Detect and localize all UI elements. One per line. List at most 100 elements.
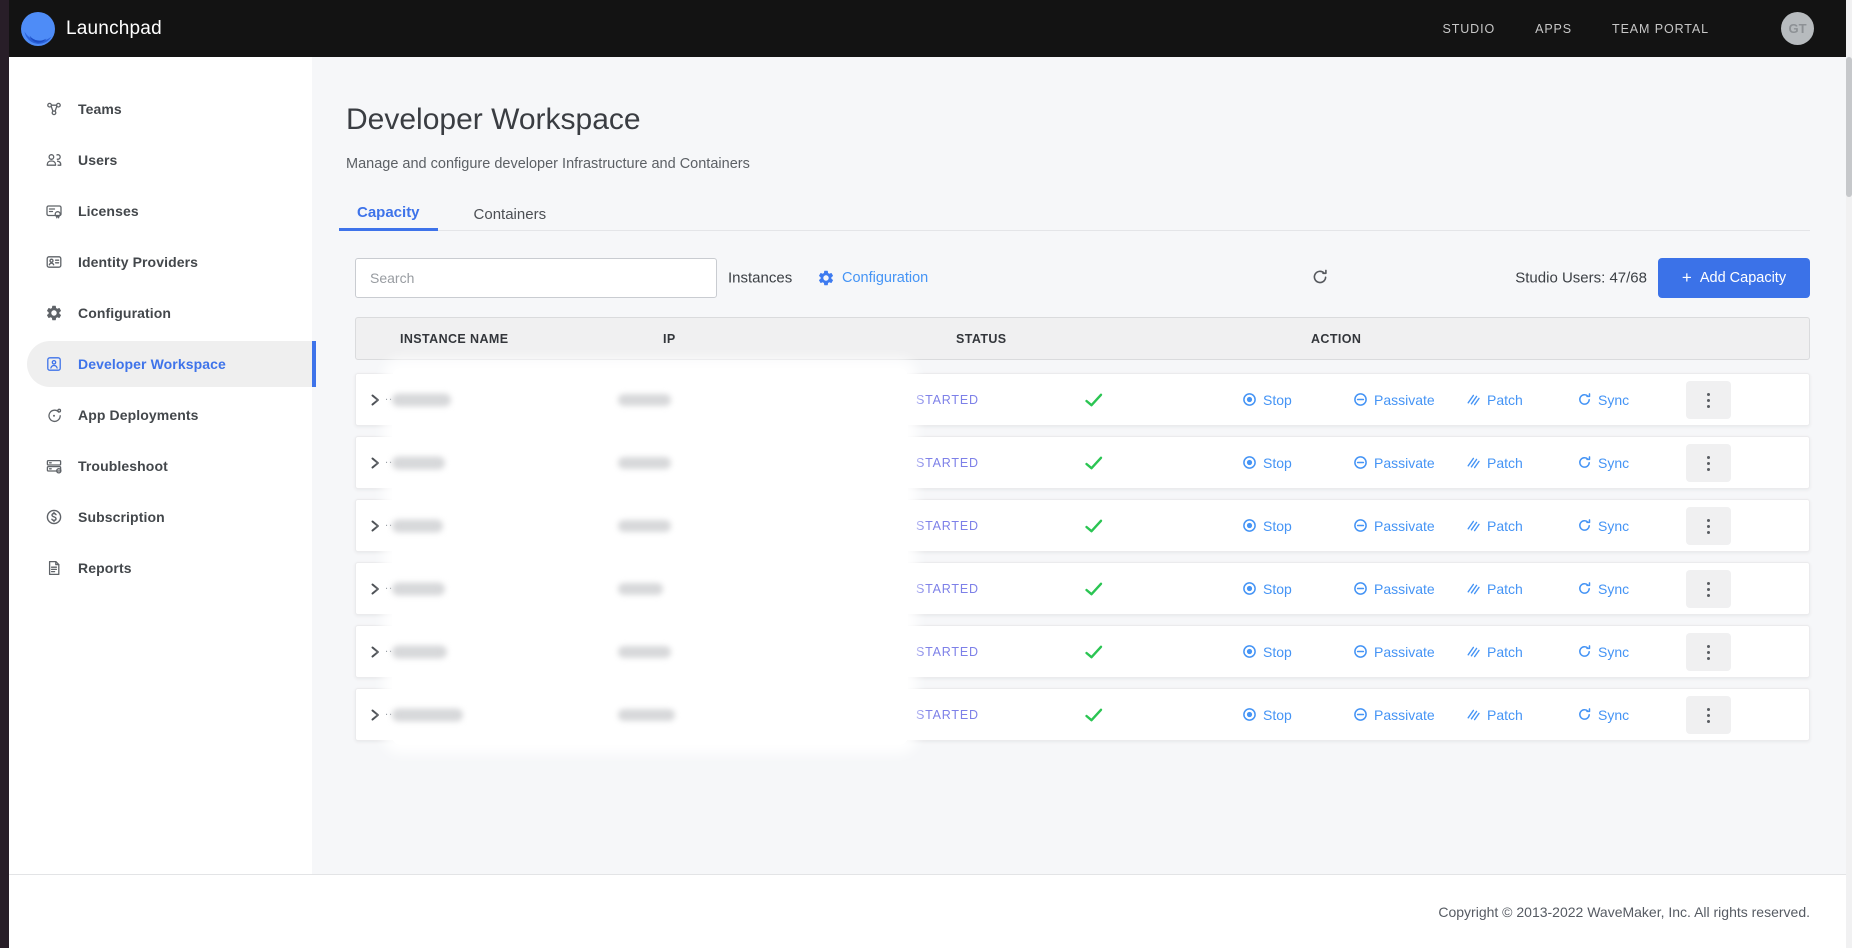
passivate-action-link[interactable]: Passivate [1353,581,1435,597]
row-menu-kebab-button[interactable] [1686,696,1731,734]
sidebar-item-reports[interactable]: Reports [27,545,312,591]
tab-capacity[interactable]: Capacity [339,197,438,231]
status-ok-check-icon [1084,581,1104,597]
passivate-icon [1353,518,1368,533]
patch-action-link[interactable]: Patch [1466,392,1523,408]
sidebar-item-label: Teams [78,101,122,117]
stop-action-link[interactable]: Stop [1242,518,1292,534]
action-label: Stop [1263,392,1292,408]
sidebar-item-configuration[interactable]: Configuration [27,290,312,336]
table-row: ..STARTEDStopPassivatePatchSync [355,562,1810,615]
sidebar-item-teams[interactable]: Teams [27,86,312,132]
sidebar-item-label: Users [78,152,117,168]
sidebar-item-users[interactable]: Users [27,137,312,183]
row-expand-chevron[interactable] [369,645,381,659]
action-label: Passivate [1374,518,1435,534]
redacted-instance-name [392,393,451,406]
stop-action-link[interactable]: Stop [1242,581,1292,597]
passivate-action-link[interactable]: Passivate [1353,392,1435,408]
status-text: STARTED [916,708,979,722]
refresh-icon [1311,268,1329,289]
sync-action-link[interactable]: Sync [1577,392,1629,408]
stop-action-link[interactable]: Stop [1242,455,1292,471]
patch-action-link[interactable]: Patch [1466,581,1523,597]
sidebar-item-troubleshoot[interactable]: Troubleshoot [27,443,312,489]
table-row: ..STARTEDStopPassivatePatchSync [355,436,1810,489]
stop-action-link[interactable]: Stop [1242,707,1292,723]
nav-studio[interactable]: STUDIO [1442,22,1495,36]
passivate-action-link[interactable]: Passivate [1353,518,1435,534]
row-menu-kebab-button[interactable] [1686,633,1731,671]
gear-icon [817,269,835,287]
nav-team-portal[interactable]: TEAM PORTAL [1612,22,1709,36]
sidebar-item-subscription[interactable]: Subscription [27,494,312,540]
column-header-action: ACTION [1311,332,1361,346]
add-capacity-button[interactable]: + Add Capacity [1658,258,1810,298]
table-row: ..STARTEDStopPassivatePatchSync [355,625,1810,678]
patch-action-link[interactable]: Patch [1466,455,1523,471]
sidebar-item-developer-workspace[interactable]: Developer Workspace [27,341,312,387]
stop-action-link[interactable]: Stop [1242,392,1292,408]
patch-action-link[interactable]: Patch [1466,644,1523,660]
plus-icon: + [1682,268,1692,288]
refresh-button[interactable] [1303,261,1337,295]
row-expand-chevron[interactable] [369,708,381,722]
row-menu-kebab-button[interactable] [1686,507,1731,545]
passivate-action-link[interactable]: Passivate [1353,455,1435,471]
action-label: Passivate [1374,581,1435,597]
sync-action-link[interactable]: Sync [1577,644,1629,660]
sync-action-link[interactable]: Sync [1577,455,1629,471]
sidebar-item-label: Troubleshoot [78,458,168,474]
status-text: STARTED [916,519,979,533]
sidebar-item-licenses[interactable]: Licenses [27,188,312,234]
sidebar-item-identity-providers[interactable]: Identity Providers [27,239,312,285]
action-label: Passivate [1374,707,1435,723]
row-menu-kebab-button[interactable] [1686,381,1731,419]
sidebar-item-app-deployments[interactable]: App Deployments [27,392,312,438]
sidebar-item-label: App Deployments [78,407,199,423]
top-navigation: STUDIO APPS TEAM PORTAL GT [1442,12,1852,45]
troubleshoot-icon [45,457,63,475]
redacted-instance-name [392,582,445,595]
column-header-instance-name: INSTANCE NAME [400,332,508,346]
status-text: STARTED [916,645,979,659]
search-input[interactable] [355,258,717,298]
redacted-ip [618,457,671,469]
scrollbar-thumb[interactable] [1846,57,1852,197]
passivate-icon [1353,455,1368,470]
sync-action-link[interactable]: Sync [1577,707,1629,723]
stop-action-link[interactable]: Stop [1242,644,1292,660]
brand: Launchpad [21,12,162,46]
sync-icon [1577,707,1592,722]
row-expand-chevron[interactable] [369,582,381,596]
instances-label: Instances [728,270,792,287]
configuration-link[interactable]: Configuration [817,269,928,287]
row-expand-chevron[interactable] [369,393,381,407]
passivate-action-link[interactable]: Passivate [1353,644,1435,660]
patch-action-link[interactable]: Patch [1466,518,1523,534]
passivate-action-link[interactable]: Passivate [1353,707,1435,723]
action-label: Sync [1598,644,1629,660]
footer: Copyright © 2013-2022 WaveMaker, Inc. Al… [0,874,1852,948]
row-menu-kebab-button[interactable] [1686,570,1731,608]
sync-action-link[interactable]: Sync [1577,518,1629,534]
row-expand-chevron[interactable] [369,519,381,533]
sync-action-link[interactable]: Sync [1577,581,1629,597]
instances-table: INSTANCE NAME IP STATUS ACTION ..STARTED… [355,317,1810,751]
status-text: STARTED [916,393,979,407]
tab-containers[interactable]: Containers [456,197,565,231]
row-expand-chevron[interactable] [369,456,381,470]
nav-apps[interactable]: APPS [1535,22,1572,36]
action-label: Sync [1598,518,1629,534]
page-scrollbar[interactable] [1846,0,1852,948]
user-avatar[interactable]: GT [1781,12,1814,45]
status-ok-check-icon [1084,392,1104,408]
stop-icon [1242,644,1257,659]
redacted-instance-name [392,708,463,721]
sync-icon [1577,581,1592,596]
stop-icon [1242,518,1257,533]
redacted-instance-name [392,519,443,532]
row-menu-kebab-button[interactable] [1686,444,1731,482]
patch-action-link[interactable]: Patch [1466,707,1523,723]
patch-icon [1466,581,1481,596]
